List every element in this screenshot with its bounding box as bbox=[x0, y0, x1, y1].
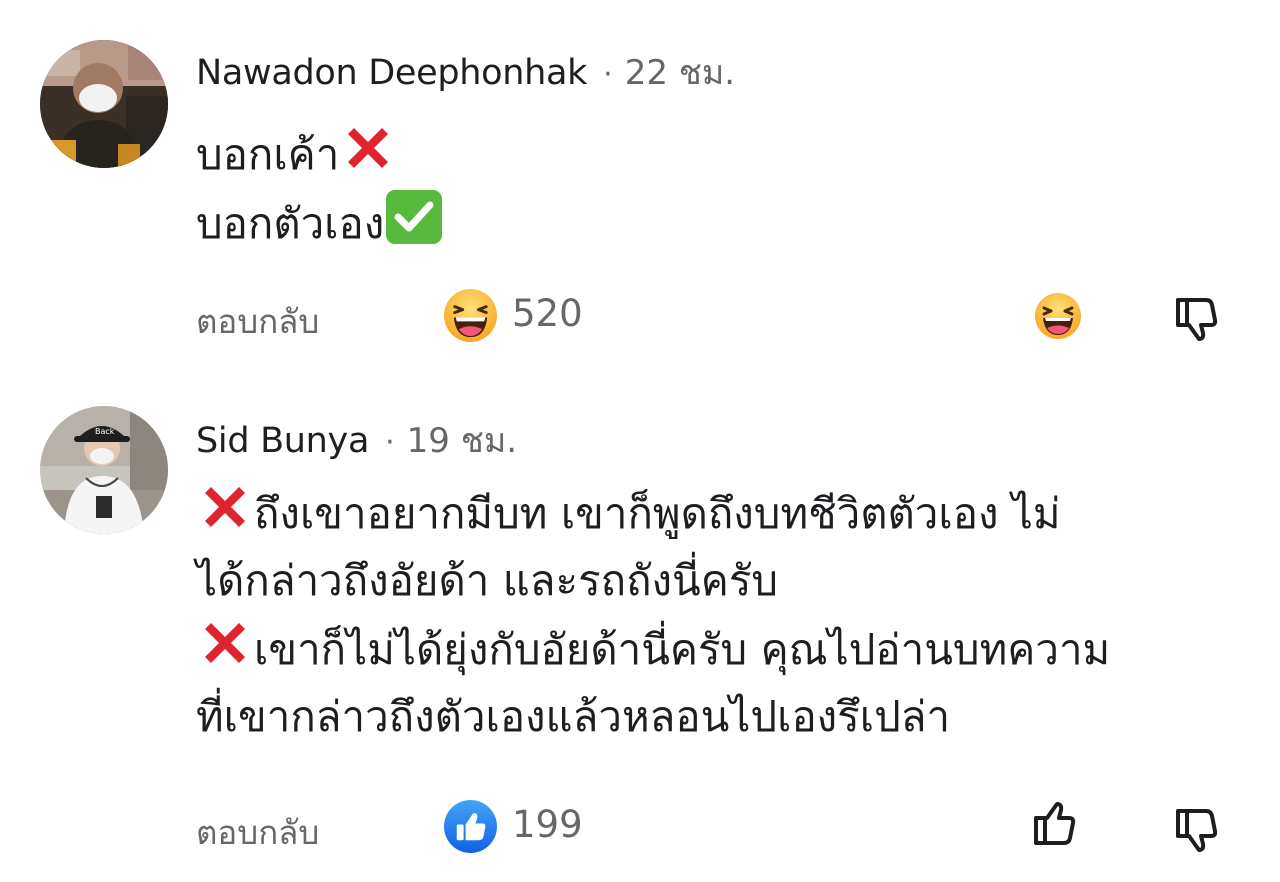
reply-button[interactable]: ตอบกลับ bbox=[196, 295, 319, 348]
timestamp[interactable]: 19 ชม. bbox=[407, 413, 517, 467]
comment-2: Back Sid Bunya · 19 ชม. ถึงเขาอยากมีบท เ… bbox=[0, 380, 1280, 882]
comment-text: ได้กล่าวถึงอัยด้า และรถถังนี่ครับ bbox=[196, 556, 779, 605]
check-mark-button-icon bbox=[386, 190, 443, 244]
like-icon[interactable] bbox=[1030, 801, 1082, 853]
comment-body: บอกเค้า บอกตัวเอง bbox=[196, 119, 1246, 257]
reaction-count[interactable]: 199 bbox=[512, 803, 583, 846]
cross-mark-icon bbox=[348, 128, 389, 168]
separator-dot: · bbox=[385, 425, 395, 460]
author-name[interactable]: Sid Bunya bbox=[196, 421, 369, 461]
comment-line: บอกตัวเอง bbox=[196, 188, 1246, 257]
haha-reaction-button-icon[interactable] bbox=[1032, 290, 1084, 342]
author-name[interactable]: Nawadon Deephonhak bbox=[196, 53, 587, 93]
comment-header: Sid Bunya · 19 ชม. bbox=[196, 413, 517, 467]
comment-line: เขาก็ไม่ได้ยุ่งกับอัยด้านี่ครับ คุณไปอ่า… bbox=[196, 614, 1246, 683]
comment-actions: ตอบกลับ 520 bbox=[0, 285, 1280, 345]
dislike-icon[interactable] bbox=[1172, 290, 1224, 342]
cross-mark-icon bbox=[205, 623, 245, 663]
comment-actions: ตอบกลับ 199 bbox=[0, 796, 1280, 856]
svg-text:Back: Back bbox=[95, 427, 115, 436]
comment-line: บอกเค้า bbox=[196, 119, 1246, 188]
comment-line: ที่เขากล่าวถึงตัวเองแล้วหลอนไปเองรึเปล่า bbox=[196, 683, 1246, 750]
comment-text: บอกตัวเอง bbox=[196, 199, 385, 248]
like-reaction-icon[interactable] bbox=[443, 799, 498, 854]
cross-mark-icon bbox=[205, 487, 245, 527]
haha-reaction-icon[interactable] bbox=[443, 288, 498, 343]
dislike-icon[interactable] bbox=[1172, 801, 1224, 853]
avatar-photo bbox=[40, 40, 168, 168]
timestamp[interactable]: 22 ชม. bbox=[625, 45, 735, 99]
reply-button[interactable]: ตอบกลับ bbox=[196, 806, 319, 859]
comment-text: ถึงเขาอยากมีบท เขาก็พูดถึงบทชีวิตตัวเอง … bbox=[254, 489, 1061, 538]
avatar[interactable]: Back bbox=[40, 406, 168, 534]
comment-header: Nawadon Deephonhak · 22 ชม. bbox=[196, 45, 735, 99]
reaction-count[interactable]: 520 bbox=[512, 292, 583, 335]
avatar[interactable] bbox=[40, 40, 168, 168]
comment-text: เขาก็ไม่ได้ยุ่งกับอัยด้านี่ครับ คุณไปอ่า… bbox=[254, 625, 1111, 674]
comment-body: ถึงเขาอยากมีบท เขาก็พูดถึงบทชีวิตตัวเอง … bbox=[196, 478, 1246, 750]
comment-line: ถึงเขาอยากมีบท เขาก็พูดถึงบทชีวิตตัวเอง … bbox=[196, 478, 1246, 547]
separator-dot: · bbox=[603, 57, 613, 92]
comment-line: ได้กล่าวถึงอัยด้า และรถถังนี่ครับ bbox=[196, 547, 1246, 614]
comment-1: Nawadon Deephonhak · 22 ชม. บอกเค้า บอกต… bbox=[0, 0, 1280, 380]
comment-text: ที่เขากล่าวถึงตัวเองแล้วหลอนไปเองรึเปล่า bbox=[196, 692, 951, 741]
comment-text: บอกเค้า bbox=[196, 130, 340, 179]
avatar-photo: Back bbox=[40, 406, 168, 534]
